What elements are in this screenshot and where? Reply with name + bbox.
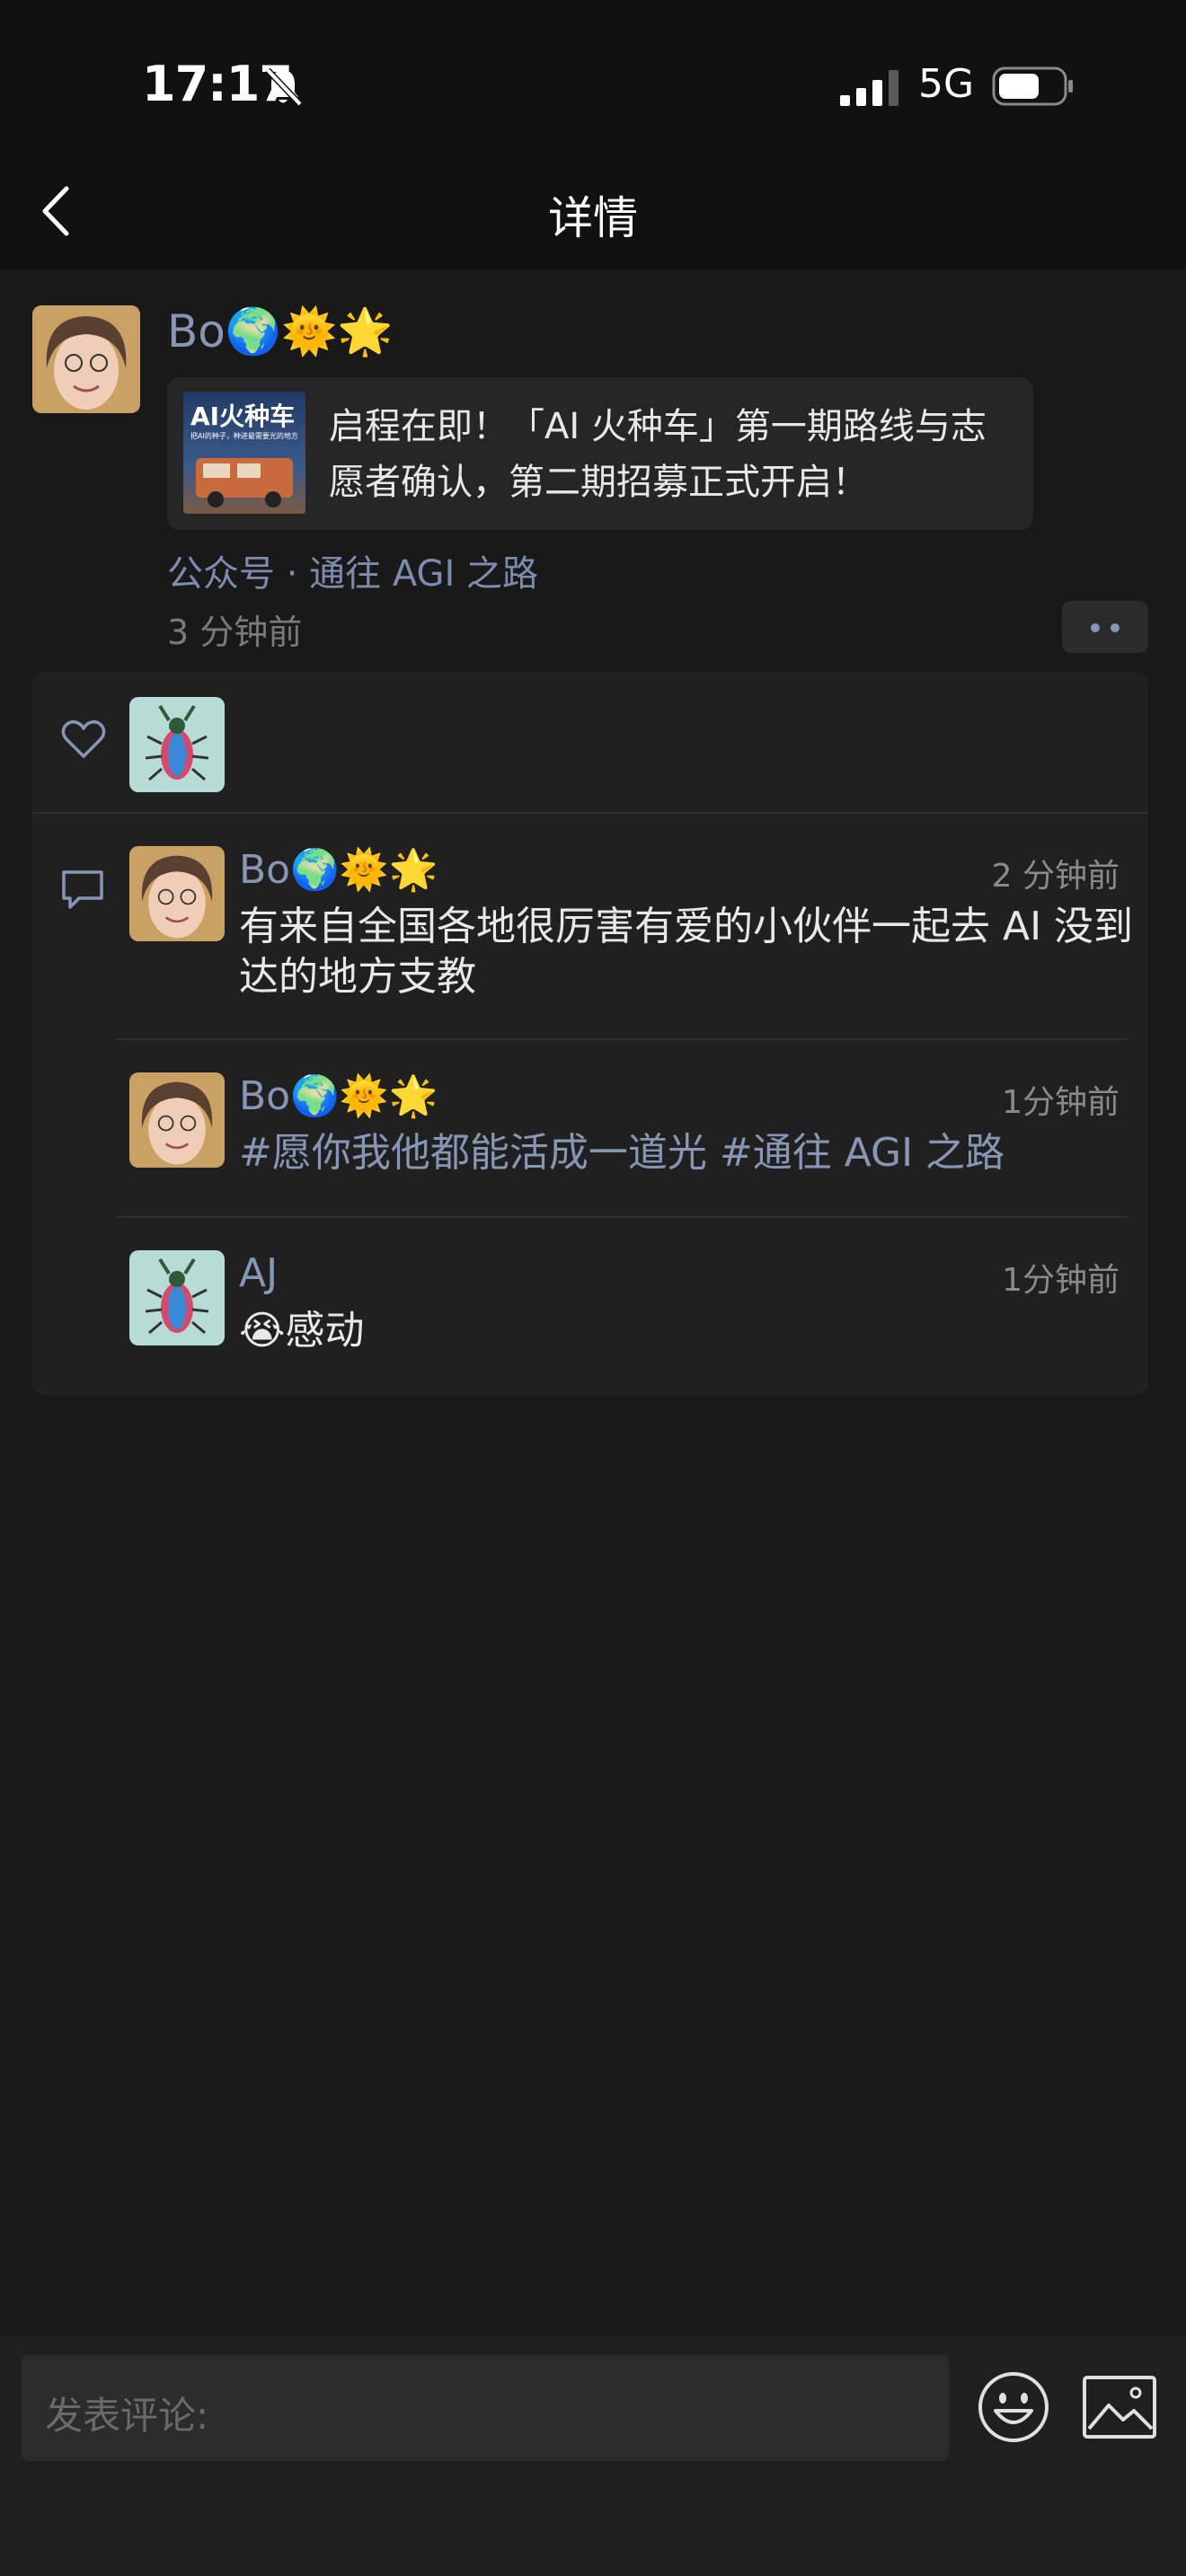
bell-muted-icon [265,67,303,107]
comment-hashtags[interactable]: #愿你我他都能活成一道光 #通往 AGI 之路 [239,1128,1137,1178]
interaction-panel: Bo🌍🌞🌟 2 分钟前 有来自全国各地很厉害有爱的小伙伴一起去 AI 没到达的地… [32,672,1148,1395]
comment-author[interactable]: Bo🌍🌞🌟 [239,846,438,893]
comment-time: 1分钟前 [1002,1084,1120,1121]
thumb-title: AI火种车 [190,401,296,431]
liker-avatar[interactable] [129,697,225,792]
comment-text: 有来自全国各地很厉害有爱的小伙伴一起去 AI 没到达的地方支教 [239,904,1134,1000]
comment-time: 1分钟前 [1002,1262,1120,1299]
divider [117,1216,1127,1218]
thumb-subtitle: 把AI的种子，种进最需要光的地方 [190,432,298,440]
author-avatar[interactable] [32,305,140,413]
comment-text: 😭感动 [239,1308,365,1354]
divider [117,1038,1127,1040]
comment-composer: 发表评论: [0,2335,1186,2576]
more-button[interactable] [1062,601,1148,653]
comment-avatar[interactable] [129,1072,225,1168]
article-thumbnail: AI火种车 把AI的种子，种进最需要光的地方 [183,392,305,514]
page-title: 详情 [548,192,638,244]
post-source[interactable]: 公众号 · 通往 AGI 之路 [167,544,538,596]
comment-icon [62,870,103,909]
link-card[interactable]: AI火种车 把AI的种子，种进最需要光的地方 启程在即！「AI 火种车」第一期路… [167,377,1033,530]
comment-input[interactable]: 发表评论: [22,2355,949,2461]
comment-avatar[interactable] [129,1250,225,1345]
comment-author[interactable]: AJ [239,1250,278,1296]
comment-time: 2 分钟前 [991,858,1120,895]
top-bar: 17:17 5G 详情 [0,0,1186,269]
link-card-title: 启程在即！「AI 火种车」第一期路线与志愿者确认，第二期招募正式开启！ [329,406,987,503]
more-dot-icon [1111,623,1120,632]
heart-icon [61,719,106,758]
post-time: 3 分钟前 [167,613,303,652]
author-name[interactable]: Bo🌍🌞🌟 [167,305,394,358]
signal-icon [840,70,898,106]
emoji-icon[interactable] [976,2369,1051,2445]
more-dot-icon [1091,623,1100,632]
battery-icon [992,66,1073,106]
comment-author[interactable]: Bo🌍🌞🌟 [239,1072,438,1119]
divider [32,812,1148,814]
comment-input-placeholder: 发表评论: [45,2394,209,2438]
network-type: 5G [918,61,975,107]
image-icon[interactable] [1082,2375,1157,2439]
comment-avatar[interactable] [129,846,225,941]
